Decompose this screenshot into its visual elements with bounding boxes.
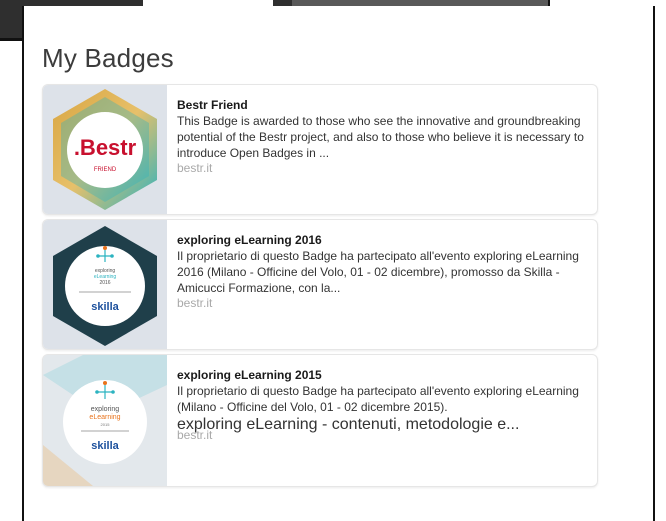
- badge-line2-text: eLearning: [89, 414, 120, 421]
- page-title: My Badges: [42, 43, 174, 73]
- badge-caption-text: FRIEND: [94, 167, 117, 173]
- badge-list: .Bestr FRIEND Bestr Friend This Badge is…: [42, 84, 620, 491]
- badge-description: Il proprietario di questo Badge ha parte…: [177, 249, 579, 295]
- badge-card-bestr-friend[interactable]: .Bestr FRIEND Bestr Friend This Badge is…: [42, 84, 598, 215]
- badge-image[interactable]: exploring eLearning 2015 skilla: [43, 355, 167, 486]
- badge-source-link[interactable]: bestr.it: [177, 161, 587, 175]
- badge-image[interactable]: exploring eLearning 2016 skilla: [43, 220, 167, 349]
- badge-title[interactable]: exploring eLearning 2015: [177, 368, 587, 382]
- badge-image[interactable]: .Bestr FRIEND: [43, 85, 167, 214]
- badge-title[interactable]: Bestr Friend: [177, 98, 587, 112]
- badge-year-text: 2015: [101, 422, 111, 427]
- badge-brand-text: skilla: [91, 301, 119, 313]
- background-window-edge: [0, 38, 22, 41]
- badge-description: Il proprietario di questo Badge ha parte…: [177, 384, 579, 414]
- badge-info: exploring eLearning 2016 Il proprietario…: [177, 233, 587, 310]
- exploring-elearning-2015-badge-icon: exploring eLearning 2015 skilla: [43, 355, 167, 486]
- badge-title[interactable]: exploring eLearning 2016: [177, 233, 587, 247]
- badge-year-text: 2016: [99, 280, 110, 286]
- badge-description: This Badge is awarded to those who see t…: [177, 114, 584, 160]
- exploring-elearning-2016-badge-icon: exploring eLearning 2016 skilla: [53, 226, 157, 346]
- badge-source-link[interactable]: bestr.it: [177, 296, 587, 310]
- badge-brand-text: .Bestr: [74, 135, 137, 160]
- badge-line1-text: exploring: [91, 406, 120, 413]
- badge-info: Bestr Friend This Badge is awarded to th…: [177, 98, 587, 175]
- badge-card-exploring-elearning-2015[interactable]: exploring eLearning 2015 skilla explorin…: [42, 354, 598, 487]
- bestr-hexagon-badge-icon: .Bestr FRIEND: [53, 89, 157, 210]
- badge-card-exploring-elearning-2016[interactable]: exploring eLearning 2016 skilla explorin…: [42, 219, 598, 350]
- badge-brand-text: skilla: [91, 440, 119, 452]
- badge-info: exploring eLearning 2015 Il proprietario…: [177, 368, 587, 442]
